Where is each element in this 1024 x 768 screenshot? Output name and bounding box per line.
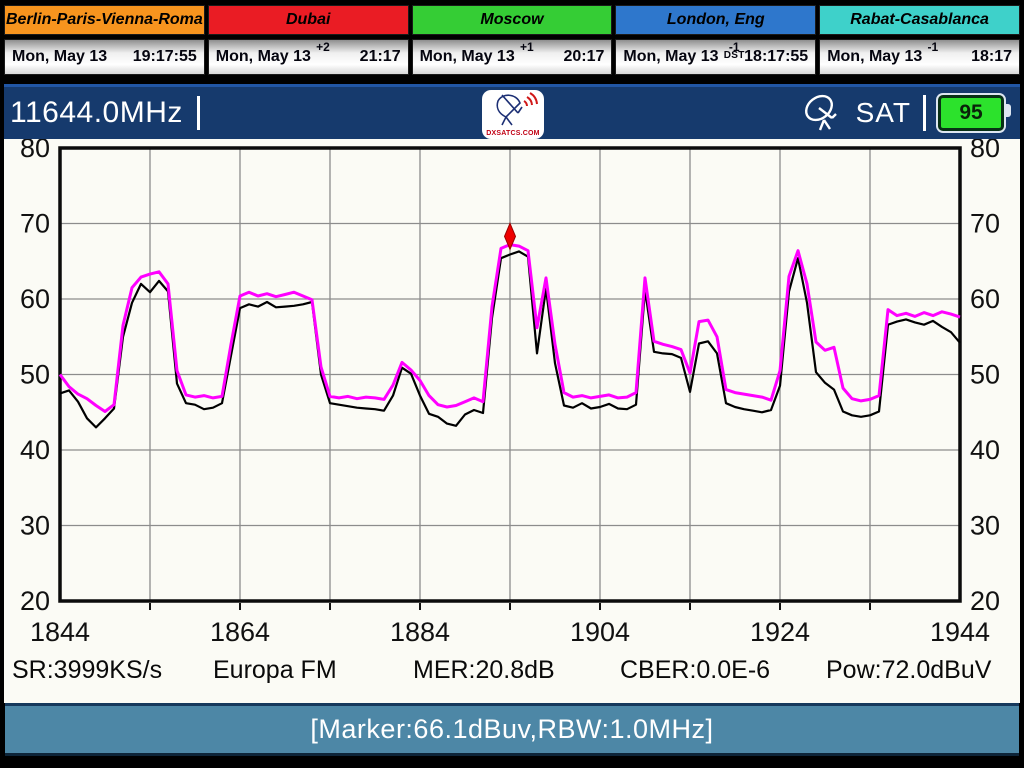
svg-text:30: 30 [20, 511, 50, 541]
svg-text:1904: 1904 [570, 617, 630, 647]
spectrum-chart[interactable]: 20 20 30 30 40 40 50 50 60 60 70 70 80 80 1844 1864 1884… [0, 139, 1024, 660]
marker-readout: [Marker:66.1dBuv,RBW:1.0MHz] [310, 714, 713, 745]
clock-date: Mon, May 13 [216, 48, 311, 66]
battery-level: 95 [959, 101, 982, 125]
svg-text:70: 70 [20, 209, 50, 239]
frequency-display[interactable]: 11644.0MHz [10, 96, 183, 130]
utc-offset: -1 [928, 42, 939, 52]
clock-date: Mon, May 13 [420, 48, 515, 66]
svg-text:60: 60 [970, 284, 1000, 314]
clock-date: Mon, May 13 [12, 48, 107, 66]
svg-text:20: 20 [970, 586, 1000, 616]
svg-text:70: 70 [970, 209, 1000, 239]
svg-text:60: 60 [20, 284, 50, 314]
svg-text:30: 30 [970, 511, 1000, 541]
svg-text:80: 80 [20, 139, 50, 163]
symbol-rate-readout: SR:3999KS/s [12, 656, 162, 685]
clock-cell-3: Mon, May 13 -1DST18:17:55 [615, 39, 816, 75]
city-header-3: London, Eng [615, 5, 816, 35]
battery-indicator: 95 [938, 95, 1004, 131]
clock-time: 21:17 [360, 48, 401, 66]
spectrum-panel: 20 20 30 30 40 40 50 50 60 60 70 70 80 80 1844 1864 1884… [0, 139, 1024, 703]
svg-text:20: 20 [20, 586, 50, 616]
svg-text:40: 40 [970, 435, 1000, 465]
sat-label: SAT [856, 97, 911, 129]
header-right-group: SAT 95 [802, 87, 1012, 139]
clock-time: 18:17 [971, 48, 1012, 66]
logo-text: DXSATCS.COM [486, 130, 539, 137]
utc-offset: -1DST [724, 42, 745, 61]
clock-date: Mon, May 13 [623, 48, 718, 66]
mer-readout: MER:20.8dB [413, 656, 555, 685]
svg-text:50: 50 [970, 360, 1000, 390]
city-header-1: Dubai [208, 5, 409, 35]
channel-name: Europa FM [213, 656, 337, 685]
dxsatcs-logo: DXSATCS.COM [482, 90, 544, 139]
main-header: 11644.0MHz DXSATCS.COM [0, 84, 1024, 139]
clock-cell-1: Mon, May 13 +2 21:17 [208, 39, 409, 75]
svg-text:1944: 1944 [930, 617, 990, 647]
svg-text:1844: 1844 [30, 617, 90, 647]
satellite-meter-screen: Berlin-Paris-Vienna-RomaDubaiMoscowLondo… [0, 0, 1024, 768]
svg-text:1864: 1864 [210, 617, 270, 647]
clock-time: 18:17:55 [744, 48, 808, 66]
clock-time: 20:17 [563, 48, 604, 66]
svg-text:50: 50 [20, 360, 50, 390]
cber-readout: CBER:0.0E-6 [620, 656, 770, 685]
svg-text:1884: 1884 [390, 617, 450, 647]
text-cursor [197, 96, 200, 130]
header-divider [923, 95, 926, 131]
city-header-2: Moscow [412, 5, 613, 35]
marker-status-bar: [Marker:66.1dBuv,RBW:1.0MHz] [5, 703, 1019, 756]
clock-cell-2: Mon, May 13 +1 20:17 [412, 39, 613, 75]
clock-cell-4: Mon, May 13 -1 18:17 [819, 39, 1020, 75]
satellite-dish-icon [802, 93, 844, 133]
clock-strip: Berlin-Paris-Vienna-RomaDubaiMoscowLondo… [4, 5, 1020, 75]
city-header-4: Rabat-Casablanca [819, 5, 1020, 35]
logo-dish-icon [488, 91, 538, 129]
utc-offset: +2 [316, 42, 330, 52]
clock-date: Mon, May 13 [827, 48, 922, 66]
clock-time: 19:17:55 [133, 48, 197, 66]
utc-offset: +1 [520, 42, 534, 52]
city-header-0: Berlin-Paris-Vienna-Roma [4, 5, 205, 35]
svg-text:80: 80 [970, 139, 1000, 163]
svg-text:1924: 1924 [750, 617, 810, 647]
svg-text:40: 40 [20, 435, 50, 465]
clock-cell-0: Mon, May 13 19:17:55 [4, 39, 205, 75]
power-readout: Pow:72.0dBuV [826, 656, 991, 685]
